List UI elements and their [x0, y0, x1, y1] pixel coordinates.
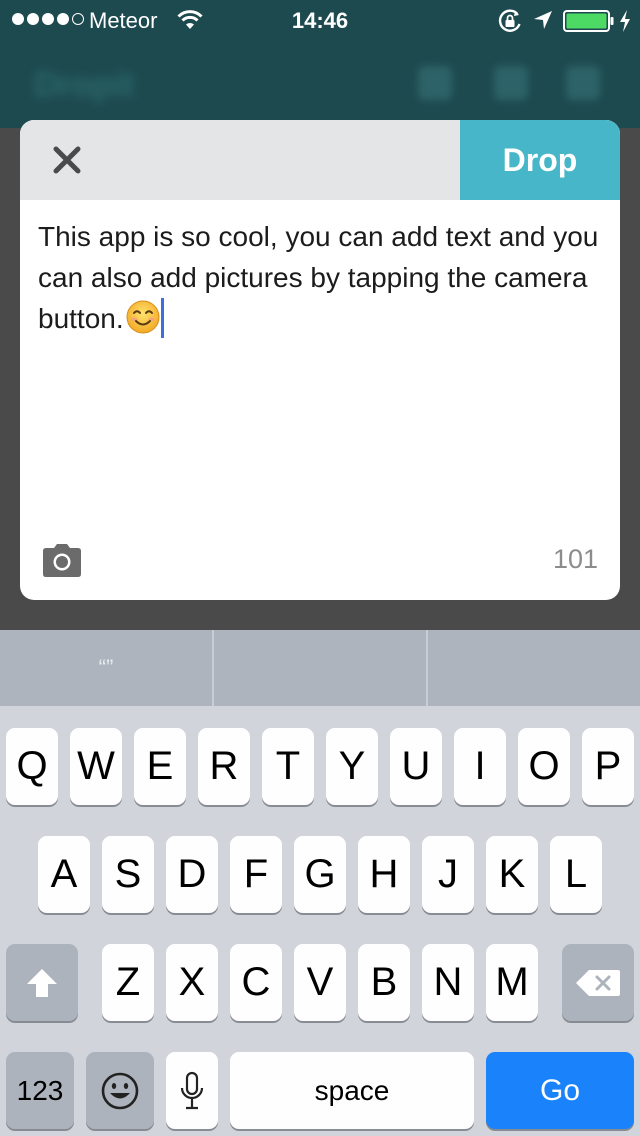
key-p[interactable]: P [582, 728, 634, 805]
key-u[interactable]: U [390, 728, 442, 805]
key-y[interactable]: Y [326, 728, 378, 805]
battery-icon [563, 10, 614, 32]
emoji-smiley-icon [101, 1072, 139, 1109]
go-key[interactable]: Go [486, 1052, 634, 1129]
message-text: This app is so cool, you can add text an… [38, 221, 599, 334]
numbers-key[interactable]: 123 [6, 1052, 74, 1129]
key-k[interactable]: K [486, 836, 538, 913]
backspace-icon [576, 969, 620, 996]
suggestion-3[interactable] [428, 630, 640, 706]
key-f[interactable]: F [230, 836, 282, 913]
close-button[interactable] [38, 136, 96, 184]
drop-button[interactable]: Drop [460, 120, 620, 200]
smiling-face-emoji-icon [126, 300, 160, 334]
key-j[interactable]: J [422, 836, 474, 913]
key-d[interactable]: D [166, 836, 218, 913]
key-s[interactable]: S [102, 836, 154, 913]
key-n[interactable]: N [422, 944, 474, 1021]
suggestion-1[interactable]: “” [0, 630, 212, 706]
shift-key[interactable] [6, 944, 78, 1021]
character-count: 101 [552, 544, 598, 574]
key-h[interactable]: H [358, 836, 410, 913]
key-t[interactable]: T [262, 728, 314, 805]
suggestion-2[interactable] [214, 630, 426, 706]
key-c[interactable]: C [230, 944, 282, 1021]
key-b[interactable]: B [358, 944, 410, 1021]
shift-arrow-icon [27, 968, 57, 997]
background-pin-icon [494, 66, 528, 100]
key-x[interactable]: X [166, 944, 218, 1021]
key-q[interactable]: Q [6, 728, 58, 805]
background-app-title: Dropit [34, 66, 135, 104]
key-g[interactable]: G [294, 836, 346, 913]
key-z[interactable]: Z [102, 944, 154, 1021]
background-profile-icon [566, 66, 600, 100]
suggestion-bar: “” [0, 630, 640, 706]
status-bar: Meteor 14:46 [0, 0, 640, 40]
rotation-lock-icon [498, 9, 521, 32]
emoji-key[interactable] [86, 1052, 154, 1129]
key-a[interactable]: A [38, 836, 90, 913]
text-cursor [160, 298, 164, 338]
space-key[interactable]: space [230, 1052, 474, 1129]
keyboard: “” Q W E R T Y U I O P A S D F G H J K L… [0, 630, 640, 1136]
key-o[interactable]: O [518, 728, 570, 805]
key-v[interactable]: V [294, 944, 346, 1021]
compose-card: Drop This app is so cool, you can add te… [20, 120, 620, 600]
key-r[interactable]: R [198, 728, 250, 805]
key-e[interactable]: E [134, 728, 186, 805]
key-l[interactable]: L [550, 836, 602, 913]
location-arrow-icon [534, 11, 552, 29]
charging-bolt-icon [620, 10, 630, 32]
message-textarea[interactable]: This app is so cool, you can add text an… [38, 216, 608, 516]
microphone-icon [180, 1071, 204, 1109]
compose-header: Drop [20, 120, 620, 200]
key-m[interactable]: M [486, 944, 538, 1021]
key-i[interactable]: I [454, 728, 506, 805]
delete-key[interactable] [562, 944, 634, 1021]
key-w[interactable]: W [70, 728, 122, 805]
background-check-icon [418, 66, 452, 100]
camera-icon[interactable] [42, 542, 82, 578]
dictation-key[interactable] [166, 1052, 218, 1129]
close-icon [53, 146, 81, 174]
